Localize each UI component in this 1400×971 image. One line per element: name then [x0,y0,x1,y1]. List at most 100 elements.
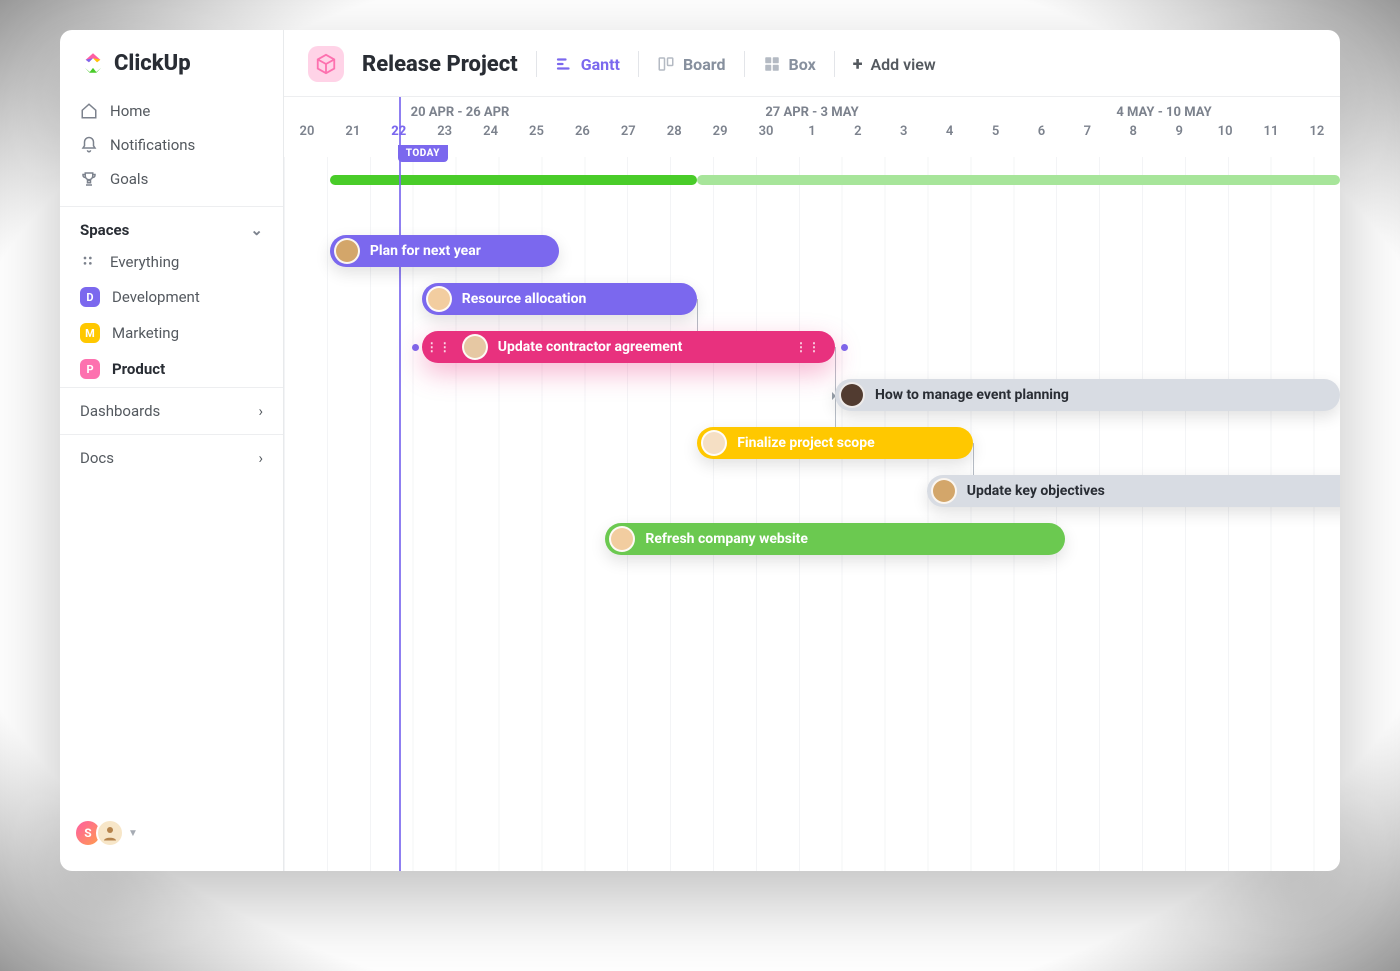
timeline-week-headers: 20 APR - 26 APR27 APR - 3 MAY4 MAY - 10 … [284,105,1340,120]
spaces-header-label: Spaces [80,221,129,239]
view-tab-board-label: Board [683,55,726,74]
grid-dots-icon [80,253,98,271]
dependency-anchor[interactable] [841,344,848,351]
progress-remaining [697,175,1340,185]
timeline-day-headers: 2021222324252627282930123456789101112 [284,120,1340,139]
separator [834,51,835,77]
day-label: 2 [835,124,881,139]
space-label: Marketing [112,324,179,342]
task-label: How to manage event planning [875,387,1069,403]
bell-icon [80,136,98,154]
brand-logo: ClickUp [60,50,283,94]
day-label: 20 [284,124,330,139]
assignee-avatar [701,430,727,456]
task-label: Plan for next year [370,243,481,259]
day-label: 5 [973,124,1019,139]
separator [638,51,639,77]
sidebar-space-development[interactable]: D Development [60,279,283,315]
drag-handle-icon[interactable]: ⋮⋮ [426,340,452,354]
day-label: 23 [422,124,468,139]
day-label: 27 [605,124,651,139]
sidebar-item-dashboards[interactable]: Dashboards › [60,387,283,434]
avatar-user-2 [96,819,124,847]
day-label: 4 [927,124,973,139]
view-tab-box[interactable]: Box [763,55,816,74]
progress-done [330,175,697,185]
gantt-task[interactable]: Finalize project scope [697,427,972,459]
chevron-down-icon: ⌄ [250,221,263,239]
task-label: Update contractor agreement [498,339,683,355]
day-label: 10 [1202,124,1248,139]
gantt-task[interactable]: Refresh company website [605,523,1064,555]
nav-goals[interactable]: Goals [60,162,283,196]
gantt-task[interactable]: Plan for next year [330,235,560,267]
sidebar-item-docs[interactable]: Docs › [60,434,283,481]
gantt-chart-area[interactable]: TODAY Plan for next year Resource alloca… [284,145,1340,871]
sidebar: ClickUp Home Notifications Goals Spaces … [60,30,284,871]
app-window: ClickUp Home Notifications Goals Spaces … [60,30,1340,871]
caret-down-icon[interactable]: ▼ [128,828,138,839]
page-title: Release Project [362,52,518,77]
spaces-list: D DevelopmentM MarketingP Product [60,279,283,387]
task-label: Refresh company website [645,531,808,547]
view-tab-gantt[interactable]: Gantt [555,55,620,74]
sidebar-footer: S ▼ [60,807,283,859]
task-label: Finalize project scope [737,435,874,451]
day-label: 30 [743,124,789,139]
dashboards-label: Dashboards [80,402,160,420]
spaces-header[interactable]: Spaces ⌄ [60,206,283,245]
task-label: Update key objectives [967,483,1105,499]
nav-goals-label: Goals [110,170,148,188]
day-label: 11 [1248,124,1294,139]
gantt-task[interactable]: Resource allocation [422,283,697,315]
gantt-task[interactable]: Update key objectives [927,475,1340,507]
day-label: 24 [468,124,514,139]
drag-handle-icon[interactable]: ⋮⋮ [795,340,821,354]
view-tab-box-label: Box [789,55,816,74]
add-view-button[interactable]: + Add view [853,54,936,75]
main-area: Release Project Gantt Board Box [284,30,1340,871]
nav-home[interactable]: Home [60,94,283,128]
day-label: 29 [697,124,743,139]
assignee-avatar [462,334,488,360]
assignee-avatar [426,286,452,312]
sidebar-space-marketing[interactable]: M Marketing [60,315,283,351]
nav-notifications[interactable]: Notifications [60,128,283,162]
sidebar-space-product[interactable]: P Product [60,351,283,387]
nav-notifications-label: Notifications [110,136,195,154]
space-badge: M [80,323,100,343]
trophy-icon [80,170,98,188]
week-label: 20 APR - 26 APR [284,105,636,120]
space-label: Development [112,288,200,306]
sidebar-item-everything[interactable]: Everything [60,245,283,279]
day-label: 12 [1294,124,1340,139]
task-label: Resource allocation [462,291,587,307]
gantt-task[interactable]: ⋮⋮ Update contractor agreement ⋮⋮ [422,331,835,363]
view-tab-board[interactable]: Board [657,55,726,74]
day-label: 9 [1156,124,1202,139]
assignee-avatar [334,238,360,264]
view-tab-gantt-label: Gantt [581,55,620,74]
clickup-logo-icon [80,50,106,76]
plus-icon: + [853,54,863,75]
user-avatars[interactable]: S [80,819,124,847]
box-icon [763,55,781,73]
topbar: Release Project Gantt Board Box [284,30,1340,97]
separator [536,51,537,77]
gantt-task[interactable]: How to manage event planning [835,379,1340,411]
chevron-right-icon: › [258,402,263,420]
week-label: 27 APR - 3 MAY [636,105,988,120]
assignee-avatar [839,382,865,408]
dependency-anchor[interactable] [412,344,419,351]
gantt-chart[interactable]: 20 APR - 26 APR27 APR - 3 MAY4 MAY - 10 … [284,97,1340,871]
home-icon [80,102,98,120]
space-label: Product [112,360,165,378]
day-label: 8 [1110,124,1156,139]
day-label: 3 [881,124,927,139]
day-label: 26 [559,124,605,139]
gantt-icon [555,55,573,73]
day-label: 1 [789,124,835,139]
today-line [399,97,401,871]
space-badge: D [80,287,100,307]
day-label: 6 [1019,124,1065,139]
